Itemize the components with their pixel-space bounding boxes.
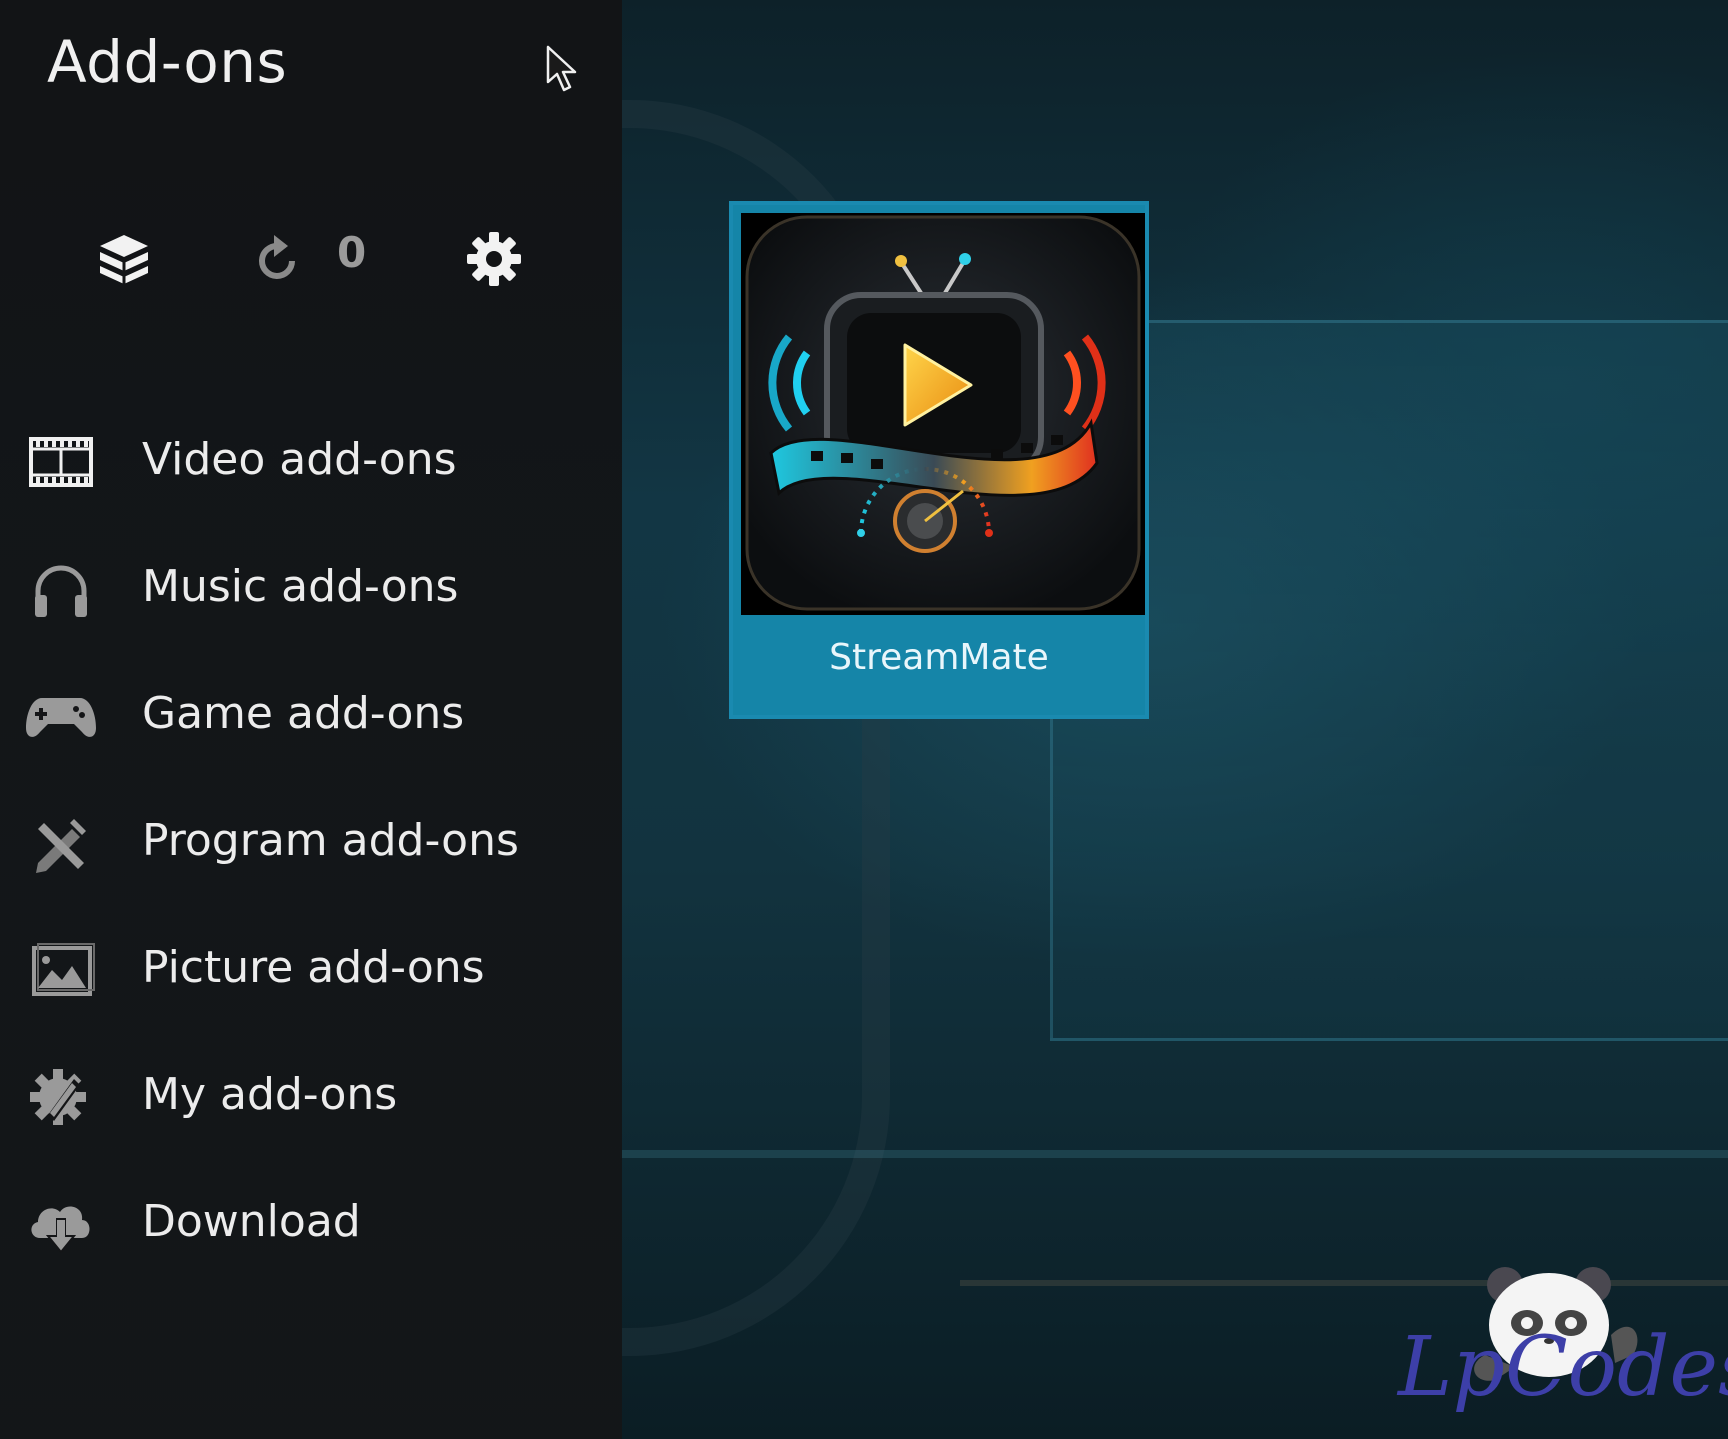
menu-item-video-addons[interactable]: Video add-ons xyxy=(0,412,622,512)
refresh-icon[interactable] xyxy=(254,233,302,283)
menu-item-music-addons[interactable]: Music add-ons xyxy=(0,539,622,639)
cloud-download-icon xyxy=(31,1206,90,1254)
tv-play-logo xyxy=(745,215,1141,611)
menu-item-program-addons[interactable]: Program add-ons xyxy=(0,793,622,893)
menu-item-label: Download xyxy=(142,1196,361,1247)
menu-item-game-addons[interactable]: Game add-ons xyxy=(0,666,622,766)
menu-item-label: Program add-ons xyxy=(142,815,519,866)
menu-item-label: Video add-ons xyxy=(142,434,457,485)
background-frame xyxy=(1050,320,1728,1041)
sidebar: Add-ons 0 Video add-ons Music add-ons Ga… xyxy=(0,0,622,1439)
gamepad-icon xyxy=(26,698,96,737)
tools-icon xyxy=(36,819,86,873)
box-install-icon[interactable] xyxy=(96,232,152,286)
watermark-text: LpCodes xyxy=(1398,1320,1728,1415)
menu-item-label: Game add-ons xyxy=(142,688,465,739)
addon-icon xyxy=(741,213,1145,615)
picture-icon xyxy=(32,943,95,996)
menu-item-download[interactable]: Download xyxy=(0,1174,622,1274)
addon-name: StreamMate xyxy=(829,637,1049,678)
gear-wrench-icon xyxy=(30,1069,86,1125)
headphones-icon xyxy=(35,565,87,617)
film-icon xyxy=(29,437,93,487)
updates-count: 0 xyxy=(337,228,367,277)
menu-item-picture-addons[interactable]: Picture add-ons xyxy=(0,920,622,1020)
mouse-cursor-icon xyxy=(546,45,577,92)
addon-tile-streammate[interactable]: StreamMate xyxy=(729,201,1149,719)
gear-icon[interactable] xyxy=(466,231,522,287)
menu-item-label: Music add-ons xyxy=(142,561,459,612)
menu-item-label: Picture add-ons xyxy=(142,942,485,993)
menu-item-label: My add-ons xyxy=(142,1069,398,1120)
menu-item-my-addons[interactable]: My add-ons xyxy=(0,1047,622,1147)
page-title: Add-ons xyxy=(47,28,288,96)
background-shelf xyxy=(620,1150,1728,1158)
